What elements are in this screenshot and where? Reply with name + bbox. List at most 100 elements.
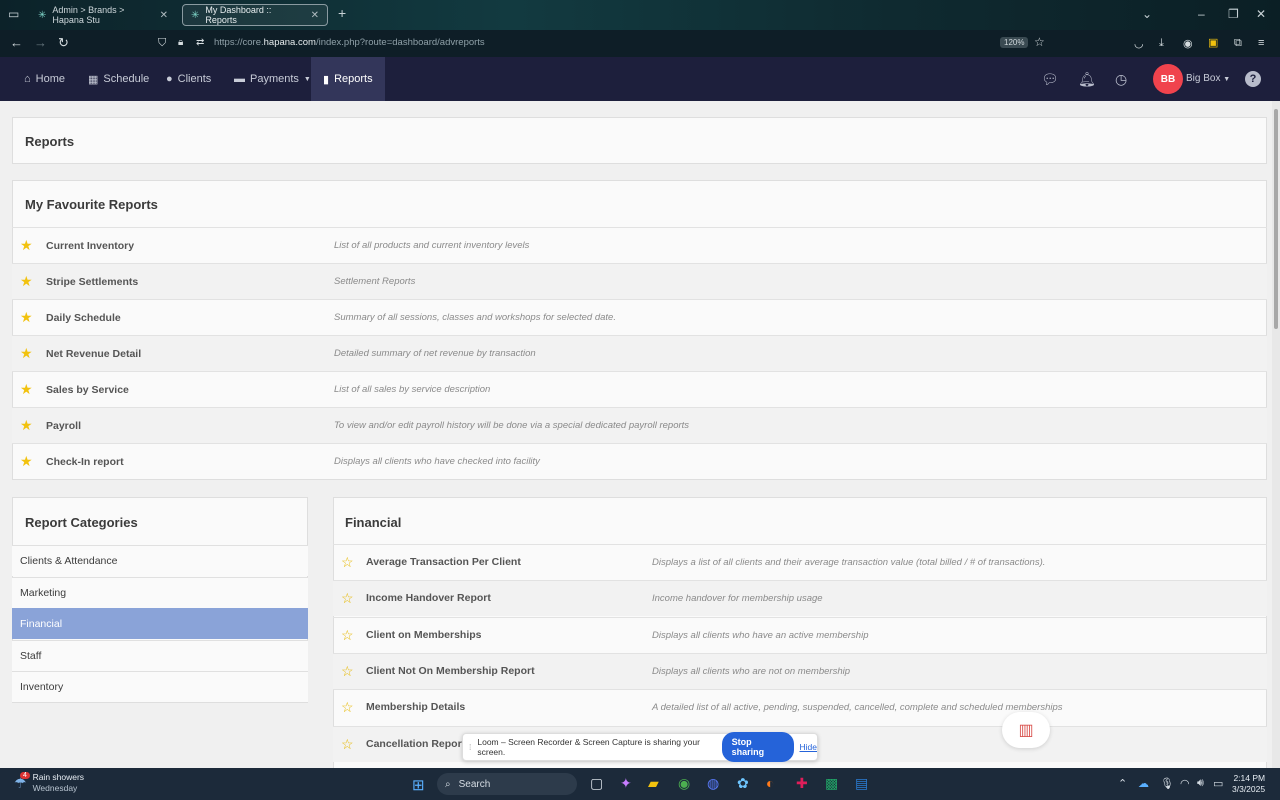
notification-bell-icon[interactable]: 🔔︎ [1078,71,1096,88]
report-name[interactable]: Stripe Settlements [46,276,138,288]
excel-icon[interactable]: ▩ [825,775,838,792]
new-tab-icon[interactable]: + [338,5,346,21]
nav-clients[interactable]: ● Clients [166,57,211,101]
minimize-icon[interactable]: – [1198,7,1205,21]
barcode-scanner-icon[interactable]: ▥ [1002,712,1050,748]
report-name[interactable]: Daily Schedule [46,312,121,324]
menu-icon[interactable]: ≡ [1258,37,1264,49]
pocket-icon[interactable]: ◡ [1134,37,1144,50]
report-name[interactable]: Payroll [46,420,81,432]
forward-icon[interactable]: → [34,35,47,50]
report-name[interactable]: Average Transaction Per Client [366,556,521,568]
account-icon[interactable]: ◉ [1183,37,1193,50]
battery-icon[interactable]: ▭ [1213,777,1223,790]
financial-report-row[interactable]: ☆ Membership Details A detailed list of al… [333,689,1267,725]
file-explorer-icon[interactable]: ▰ [648,775,659,792]
category-item-inventory[interactable]: Inventory [12,671,308,702]
favourite-report-row[interactable]: ★ Stripe Settlements Settlement Reports [12,263,1267,299]
favourite-report-row[interactable]: ★ Payroll To view and/or edit payroll hist… [12,407,1267,443]
financial-report-row[interactable]: ☆ Income Handover Report Income handover f… [333,580,1267,617]
report-name[interactable]: Client on Memberships [366,629,482,641]
firefox-icon[interactable]: ◐ [766,775,774,791]
zoom-level[interactable]: 120% [1000,37,1029,48]
history-clock-icon[interactable]: ◷ [1115,71,1127,88]
report-name[interactable]: Net Revenue Detail [46,348,141,360]
permissions-icon[interactable]: ⇄ [196,37,204,48]
favourite-star-icon[interactable]: ★ [20,417,33,434]
category-item-financial[interactable]: Financial [12,608,308,639]
windows-start-icon[interactable]: ⊞ [412,776,425,794]
nav-reports[interactable]: ▮ Reports [311,57,385,101]
nav-payments[interactable]: ▬ Payments ▼ [234,57,311,101]
favourite-star-outline-icon[interactable]: ☆ [341,736,354,753]
tab-list-icon[interactable]: ▭ [8,7,19,21]
shield-icon[interactable]: ⛉ [158,37,166,50]
favourite-star-outline-icon[interactable]: ☆ [341,663,354,680]
report-name[interactable]: Check-In report [46,456,124,468]
word-icon[interactable]: ▤ [855,775,868,792]
hide-link[interactable]: Hide [800,742,817,752]
favourite-report-row[interactable]: ★ Sales by Service List of all sales by se… [12,371,1267,407]
favourite-star-outline-icon[interactable]: ☆ [341,590,354,607]
nav-home[interactable]: ⌂ Home [24,57,65,101]
copilot-icon[interactable]: ✦ [620,775,632,792]
weather-widget[interactable]: ☂ 4 Rain showers Wednesday [14,771,84,794]
chrome-icon[interactable]: ◉ [678,775,690,792]
drag-handle-icon[interactable]: ⁞ [469,742,471,752]
favourite-star-icon[interactable]: ★ [20,237,33,254]
favourite-star-outline-icon[interactable]: ☆ [341,554,354,571]
tray-overflow-icon[interactable]: ⌃ [1118,777,1127,790]
favourite-star-icon[interactable]: ★ [20,273,33,290]
tab-overflow-chevron-icon[interactable]: ⌄ [1142,7,1152,21]
close-window-icon[interactable]: ✕ [1256,7,1266,21]
financial-report-row[interactable]: ☆ Client Not On Membership Report Displays… [333,652,1267,689]
download-icon[interactable]: ⤓ [1159,37,1164,50]
category-item-clients-attendance[interactable]: Clients & Attendance [12,545,308,576]
report-name[interactable]: Cancellation Report [366,738,465,750]
url-field[interactable]: https://core.hapana.com/index.php?route=… [214,37,485,48]
lock-icon[interactable]: 🔒︎ [178,37,183,48]
extensions-puzzle-icon[interactable]: ⧉ [1234,37,1242,50]
browser-tab-admin[interactable]: ✳ Admin > Brands > Hapana Stu ✕ [30,4,176,26]
favourite-report-row[interactable]: ★ Check-In report Displays all clients who… [12,443,1267,479]
onedrive-icon[interactable]: ☁ [1138,777,1149,790]
reload-icon[interactable]: ↻ [58,35,69,51]
financial-report-row[interactable]: ☆ Average Transaction Per Client Displays … [333,544,1267,580]
microphone-icon[interactable]: 🎙︎ [1160,777,1174,790]
task-view-icon[interactable]: ▢ [590,775,603,792]
page-scrollbar[interactable] [1272,101,1280,768]
user-menu[interactable]: Big Box ▼ [1186,73,1230,84]
close-tab-icon[interactable]: ✕ [311,10,319,21]
report-name[interactable]: Income Handover Report [366,592,491,604]
taskbar-clock[interactable]: 2:14 PM 3/3/2025 [1232,773,1265,795]
taskbar-search[interactable]: ⌕ Search [437,773,577,795]
favourite-star-icon[interactable]: ★ [20,345,33,362]
restore-icon[interactable]: ❐ [1228,7,1239,21]
favourite-star-outline-icon[interactable]: ☆ [341,699,354,716]
help-icon[interactable]: ? [1245,71,1261,87]
back-icon[interactable]: ← [10,35,23,50]
volume-icon[interactable]: 🔊︎ [1197,777,1204,790]
financial-report-row[interactable]: ☆ Client on Memberships Displays all clien… [333,616,1267,653]
slack-icon[interactable]: ✚ [796,775,808,792]
report-name[interactable]: Current Inventory [46,240,134,252]
report-name[interactable]: Client Not On Membership Report [366,665,535,677]
close-tab-icon[interactable]: ✕ [160,10,168,21]
favourite-report-row[interactable]: ★ Daily Schedule Summary of all sessions, … [12,299,1267,335]
report-name[interactable]: Sales by Service [46,384,129,396]
scrollbar-thumb[interactable] [1274,109,1278,329]
category-item-marketing[interactable]: Marketing [12,576,308,608]
category-item-staff[interactable]: Staff [12,639,308,671]
favourite-star-icon[interactable]: ★ [20,381,33,398]
app-icon[interactable]: ✿ [737,775,749,792]
zoom-app-icon[interactable]: ◍ [707,775,719,792]
extension-icon[interactable]: ▣ [1208,36,1218,49]
report-name[interactable]: Membership Details [366,701,465,713]
avatar[interactable]: BB [1153,64,1183,94]
bookmark-star-icon[interactable]: ☆ [1034,35,1045,49]
favourite-star-outline-icon[interactable]: ☆ [341,627,354,644]
favourite-report-row[interactable]: ★ Net Revenue Detail Detailed summary of n… [12,335,1267,371]
favourite-report-row[interactable]: ★ Current Inventory List of all products a… [12,227,1267,263]
stop-sharing-button[interactable]: Stop sharing [721,732,794,762]
nav-schedule[interactable]: ▦ Schedule [88,57,149,101]
